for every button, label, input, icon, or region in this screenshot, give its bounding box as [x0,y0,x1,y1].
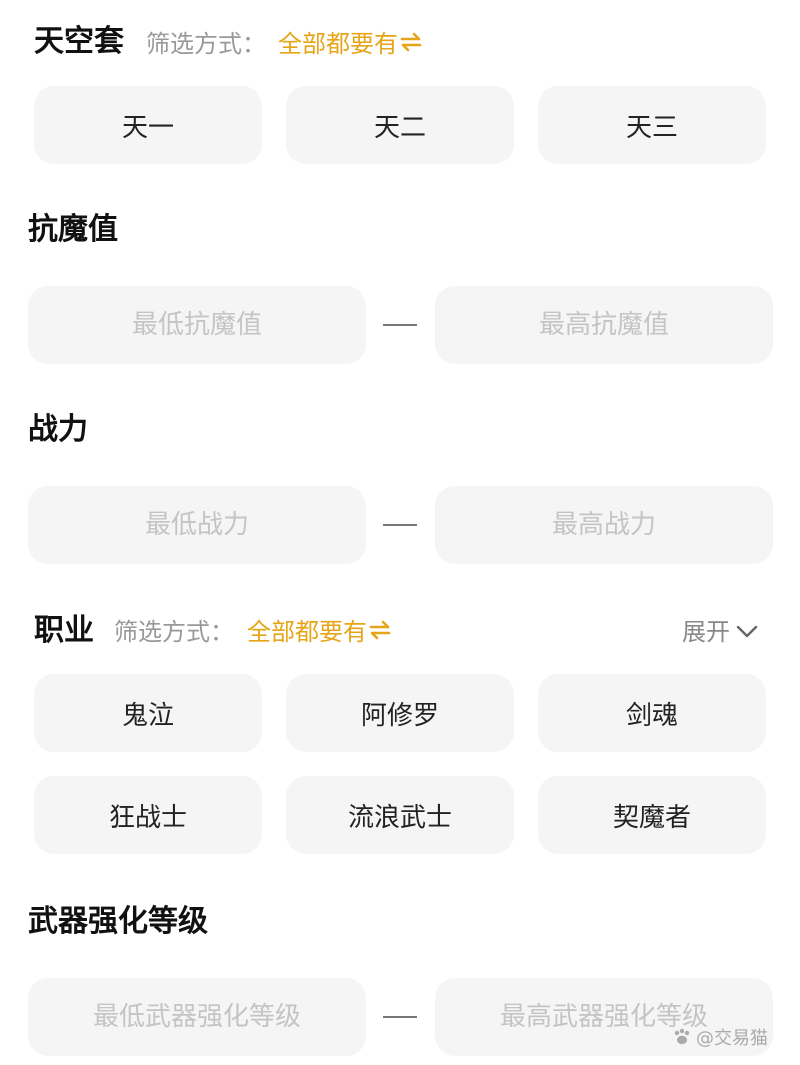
zhiye-title: 职业 [34,613,94,648]
tiankong-title: 天空套 [34,24,124,59]
zhanli-max-input[interactable] [435,486,773,564]
zhiye-option-jianhun[interactable]: 剑魂 [538,674,766,752]
paw-icon [674,1028,690,1045]
zhiye-option-liulangwushi[interactable]: 流浪武士 [286,776,514,854]
chevron-down-icon [736,625,758,638]
range-separator [383,324,417,326]
zhiye-expand-button[interactable]: 展开 [682,612,758,652]
zhiye-option-kuangzhanshi[interactable]: 狂战士 [34,776,262,854]
kangmo-title: 抗魔值 [28,212,118,247]
tiankong-option-tian1[interactable]: 天一 [34,86,262,164]
zhiye-expand-label: 展开 [682,618,730,646]
watermark: @交易猫 [672,1024,768,1050]
tiankong-option-tian2[interactable]: 天二 [286,86,514,164]
tiankong-filter-label: 筛选方式： [146,30,266,58]
range-separator [383,524,417,526]
zhiye-filter-toggle[interactable]: 全部都要有 [247,612,391,652]
weapon-min-input[interactable] [28,978,366,1056]
zhiye-option-qimozhe[interactable]: 契魔者 [538,776,766,854]
zhanli-min-input[interactable] [28,486,366,564]
watermark-text: @交易猫 [696,1028,768,1049]
range-separator [383,1016,417,1018]
tiankong-option-tian3[interactable]: 天三 [538,86,766,164]
zhiye-option-guiqi[interactable]: 鬼泣 [34,674,262,752]
tiankong-filter-value: 全部都要有 [278,30,398,58]
zhiye-option-axiuluo[interactable]: 阿修罗 [286,674,514,752]
kangmo-max-input[interactable] [435,286,773,364]
tiankong-filter-toggle[interactable]: 全部都要有 [278,24,422,64]
kangmo-min-input[interactable] [28,286,366,364]
weapon-title: 武器强化等级 [28,904,208,939]
zhiye-filter-label: 筛选方式： [114,618,234,646]
swap-icon [369,620,391,644]
zhiye-filter-value: 全部都要有 [247,618,367,646]
zhanli-title: 战力 [28,412,88,447]
swap-icon [400,32,422,56]
